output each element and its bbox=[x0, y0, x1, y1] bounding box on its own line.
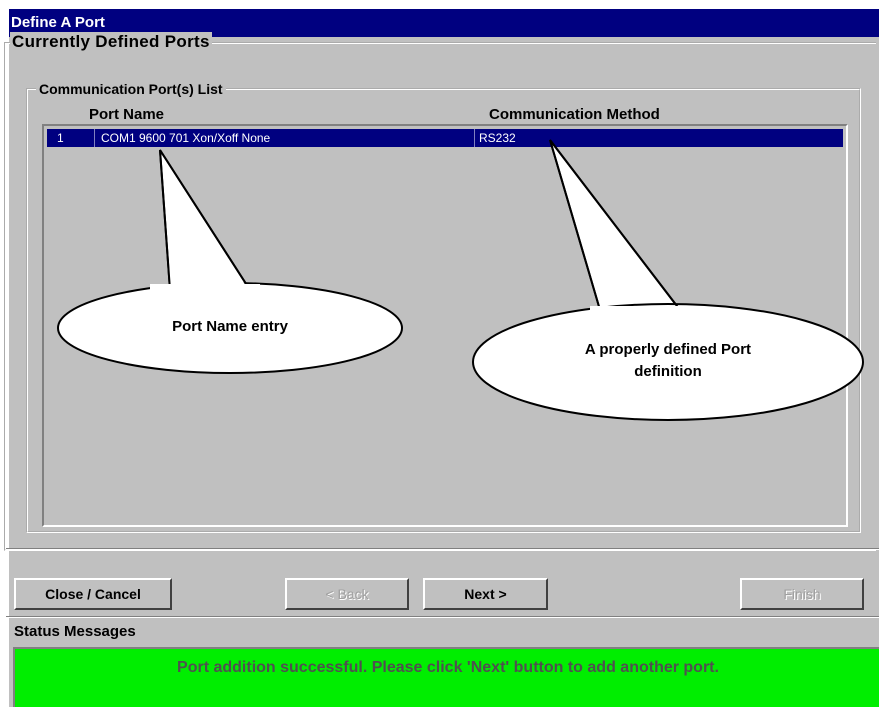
back-button[interactable]: < Back bbox=[285, 578, 409, 610]
divider bbox=[6, 616, 879, 618]
port-definition-callout-line1: A properly defined Port bbox=[584, 341, 752, 358]
next-button[interactable]: Next > bbox=[423, 578, 548, 610]
status-message-text: Port addition successful. Please click '… bbox=[177, 659, 719, 676]
port-definition-callout-line2: definition bbox=[634, 363, 702, 380]
finish-button[interactable]: Finish bbox=[740, 578, 864, 610]
close-cancel-button[interactable]: Close / Cancel bbox=[14, 578, 172, 610]
port-name-callout-text: Port Name entry bbox=[172, 318, 288, 335]
status-message-box: Port addition successful. Please click '… bbox=[13, 647, 879, 707]
divider bbox=[6, 548, 879, 550]
status-messages-label: Status Messages bbox=[14, 623, 136, 640]
